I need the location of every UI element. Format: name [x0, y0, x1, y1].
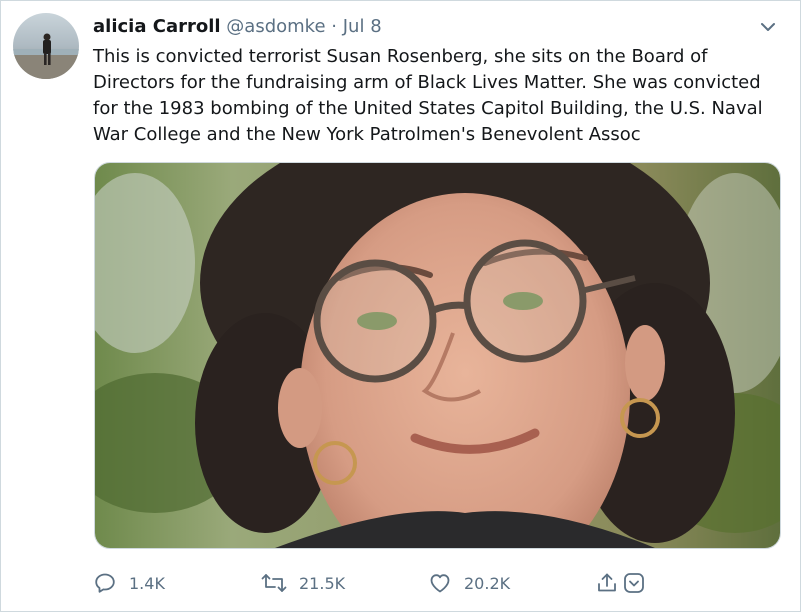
separator-dot: · — [331, 16, 338, 37]
retweet-count: 21.5K — [299, 573, 346, 593]
tweet-text: This is convicted terrorist Susan Rosenb… — [93, 46, 763, 145]
tweet-card[interactable]: alicia Carroll @asdomke · Jul 8 This is … — [0, 0, 801, 612]
like-count: 20.2K — [464, 573, 511, 593]
avatar[interactable] — [13, 13, 79, 79]
tweet-header: alicia Carroll @asdomke · Jul 8 — [93, 15, 382, 39]
retweet-button[interactable]: 21.5K — [261, 567, 345, 599]
like-button[interactable]: 20.2K — [428, 567, 510, 599]
reply-button[interactable]: 1.4K — [93, 567, 165, 599]
share-icon — [598, 573, 616, 592]
retweet-icon — [261, 574, 287, 592]
reply-icon — [95, 573, 115, 593]
chevron-circle-icon — [624, 573, 644, 593]
reply-count: 1.4K — [129, 573, 165, 593]
chevron-down-icon[interactable] — [758, 17, 778, 37]
author-handle[interactable]: @asdomke — [226, 16, 325, 37]
portrait-image — [95, 163, 780, 548]
heart-icon — [430, 574, 450, 593]
options-button[interactable] — [623, 567, 657, 599]
author-name[interactable]: alicia Carroll — [93, 16, 221, 37]
tweet-date[interactable]: Jul 8 — [343, 16, 382, 37]
avatar-image — [13, 13, 79, 79]
tweet-photo[interactable] — [94, 162, 781, 549]
tweet-actions: 1.4K 21.5K 20.2K — [93, 567, 653, 599]
